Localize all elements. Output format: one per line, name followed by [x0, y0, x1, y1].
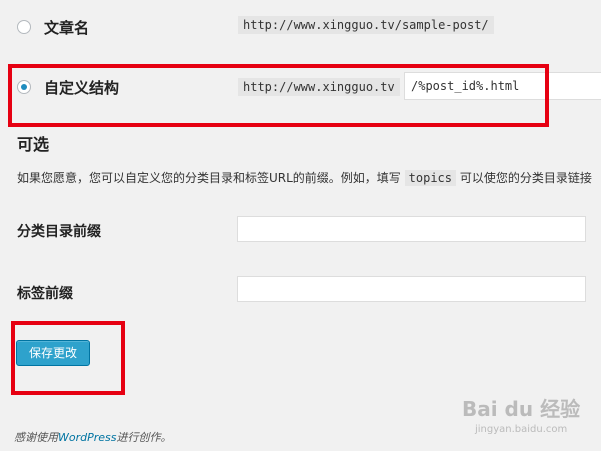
description-text-before: 如果您愿意，您可以自定义您的分类目录和标签URL的前缀。例如，填写 — [17, 171, 401, 185]
optional-section-description: 如果您愿意，您可以自定义您的分类目录和标签URL的前缀。例如，填写 topics… — [17, 169, 592, 186]
category-prefix-input[interactable] — [237, 216, 586, 242]
optional-section-title: 可选 — [17, 135, 50, 154]
footer-credit: 感谢使用WordPress进行创作。 — [14, 429, 172, 445]
baidu-watermark-logo: Bai du 经验 — [462, 397, 581, 421]
post-name-example-code: http://www.xingguo.tv/sample-post/ — [238, 16, 494, 34]
category-prefix-label: 分类目录前缀 — [17, 224, 101, 240]
footer-suffix: 进行创作。 — [116, 431, 172, 444]
tag-prefix-label: 标签前缀 — [17, 286, 73, 302]
highlight-box-save-button — [11, 321, 125, 395]
footer-prefix: 感谢使用 — [14, 431, 58, 444]
baidu-watermark-url: jingyan.baidu.com — [475, 424, 568, 435]
radio-post-name[interactable] — [17, 20, 31, 34]
tag-prefix-input[interactable] — [237, 276, 586, 302]
radio-post-name-label: 文章名 — [44, 19, 90, 37]
highlight-box-custom-structure — [8, 64, 549, 127]
description-keyword-code: topics — [404, 170, 456, 186]
description-text-after: 可以使您的分类目录链接 — [459, 171, 592, 185]
footer-wordpress-link[interactable]: WordPress — [58, 431, 117, 444]
